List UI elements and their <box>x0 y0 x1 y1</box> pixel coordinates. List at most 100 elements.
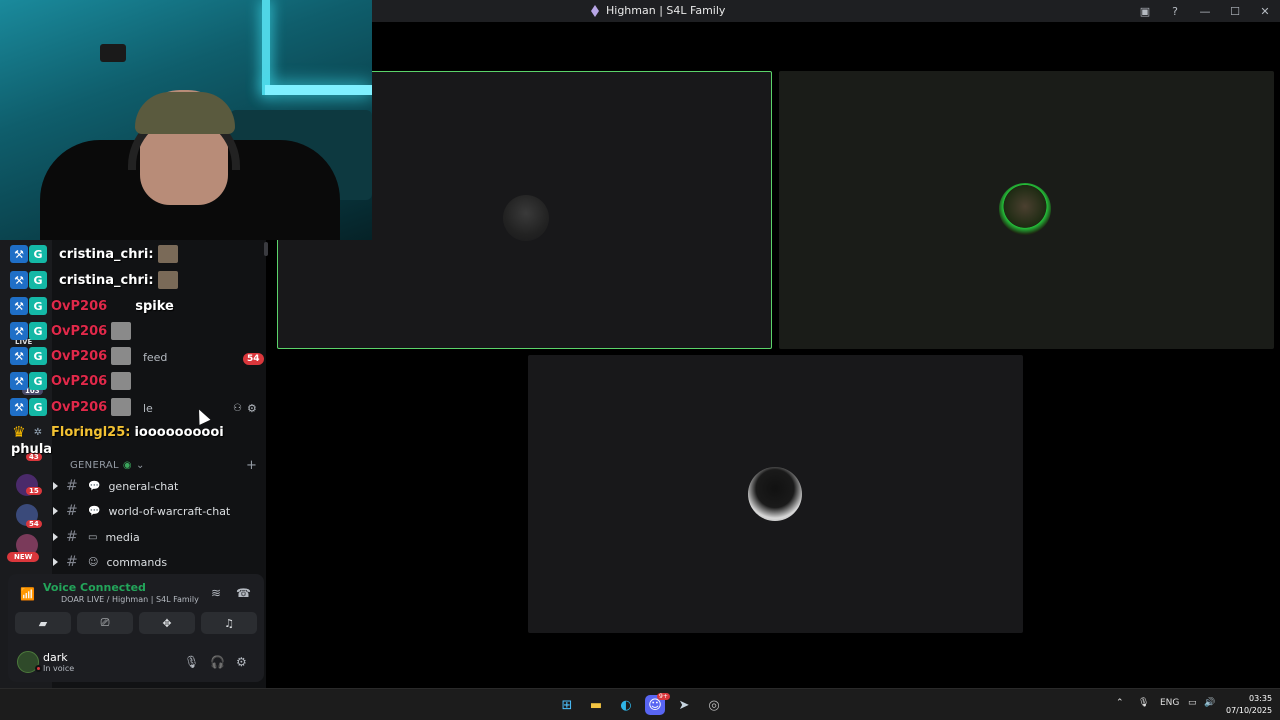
chat-username: OvP206 <box>51 298 108 314</box>
video-tile[interactable] <box>779 71 1274 349</box>
text-channel-icon: # <box>66 554 78 570</box>
channel-unread-indicator <box>53 558 58 566</box>
clock[interactable]: 03:35 07/10/2025 <box>1226 693 1272 717</box>
subscriber-badge-icon: G <box>29 297 47 315</box>
chat-message: ⚒ G OvP206 <box>10 347 132 365</box>
led-strip <box>262 0 270 95</box>
network-icon[interactable]: ▭ <box>1188 698 1197 708</box>
minimize-button[interactable]: — <box>1190 0 1220 22</box>
speech-bubble-icon: 💬 <box>88 480 101 492</box>
globe-icon: ◉ <box>122 460 132 471</box>
microphone-icon[interactable]: 🎙 <box>1138 698 1149 708</box>
new-servers-pill[interactable]: NEW <box>7 552 40 562</box>
chat-text: spike <box>135 298 174 314</box>
status-indicator <box>35 665 42 672</box>
language-indicator[interactable]: ENG <box>1160 698 1179 708</box>
inbox-icon[interactable]: ▣ <box>1130 0 1160 22</box>
steam-icon[interactable]: ➤ <box>674 695 694 715</box>
video-tile[interactable] <box>528 355 1023 633</box>
file-explorer-icon[interactable]: ▬ <box>586 695 606 715</box>
taskbar: ⊞ ▬ ◐ ☺ 9+ ➤ ◎ ⌃ 🎙 ENG ▭ 🔊 03:35 07/10/2… <box>0 688 1280 720</box>
channel-world-of-warcraft-chat[interactable]: # 💬 world-of-warcraft-chat <box>66 500 230 522</box>
moderator-badge-icon: ⚒ <box>10 297 28 315</box>
edge-browser-icon[interactable]: ◐ <box>616 695 636 715</box>
soundboard-button[interactable]: ♫ <box>201 612 257 634</box>
channel-general-chat[interactable]: # 💬 general-chat <box>66 475 178 497</box>
subscriber-badge-icon: G <box>29 245 47 263</box>
moderator-badge-icon: ⚒ <box>10 372 28 390</box>
microphone-icon[interactable]: 🎙 <box>184 655 199 669</box>
user-panel: dark In voice 🎙 🎧 ⚙ <box>8 646 264 682</box>
chat-message: ♛ ✲ Floringl25: ioooooooooi <box>10 423 223 441</box>
channel-unread-indicator <box>53 533 58 541</box>
channel-unread-indicator <box>53 482 58 490</box>
image-icon: ▭ <box>88 531 98 543</box>
window-title-text: Highman | S4L Family <box>606 4 726 17</box>
volume-icon[interactable]: 🔊 <box>1204 698 1215 708</box>
app-icon[interactable]: ◎ <box>704 695 724 715</box>
headphones-icon[interactable]: 🎧 <box>210 655 225 669</box>
time: 03:35 <box>1249 694 1273 703</box>
category-header[interactable]: GENERAL ◉ ⌄ <box>70 460 145 471</box>
camera-button[interactable]: ▰ <box>15 612 71 634</box>
emote-icon <box>111 347 132 365</box>
disconnect-icon[interactable]: ☎ <box>236 586 251 600</box>
webcam-overlay <box>0 0 372 240</box>
speech-bubble-icon: 💬 <box>88 505 101 517</box>
emote-icon <box>111 322 132 340</box>
windows-start-icon[interactable]: ⊞ <box>557 695 577 715</box>
chat-username: Floringl25: <box>51 424 131 440</box>
chat-message: ⚒ G cristina_chri: <box>10 245 178 263</box>
emote-icon <box>157 245 178 263</box>
soundboard-icon: ♫ <box>224 616 234 630</box>
chat-username: OvP206 <box>51 373 108 389</box>
channel-unread-badge: 54 <box>243 353 264 365</box>
channel-settings-icon[interactable]: ⚙ <box>247 402 257 415</box>
help-icon[interactable]: ? <box>1160 0 1190 22</box>
chevron-up-icon[interactable]: ⌃ <box>1116 698 1124 708</box>
channel-media[interactable]: # ▭ media <box>66 526 140 548</box>
user-status: In voice <box>43 664 75 673</box>
create-channel-icon[interactable]: + <box>246 458 257 473</box>
emote-icon <box>111 398 132 416</box>
voice-status[interactable]: Voice Connected <box>43 581 146 594</box>
channel-partial-label[interactable]: le <box>143 402 153 415</box>
chat-message: ⚒ G OvP206 <box>10 372 132 390</box>
chat-username: OvP206 <box>51 348 108 364</box>
subscriber-badge-icon: G <box>29 271 47 289</box>
gamepad-icon: ✥ <box>162 616 172 630</box>
screen-share-button[interactable]: ⎚ <box>77 612 133 634</box>
moderator-badge-icon: ⚒ <box>10 245 28 263</box>
chat-message: ⚒ G OvP206 <box>10 322 132 340</box>
signal-icon[interactable]: 📶 <box>20 587 35 601</box>
participant-avatar <box>999 183 1051 235</box>
noise-suppression-icon[interactable]: ≋ <box>211 586 221 600</box>
maximize-button[interactable]: ☐ <box>1220 0 1250 22</box>
username[interactable]: dark <box>43 651 68 664</box>
add-member-icon[interactable]: ⚇ <box>233 403 242 414</box>
subscriber-badge-icon: G <box>29 322 47 340</box>
chat-message: ⚒ G OvP206 spike <box>10 297 174 315</box>
wall-lamp <box>100 44 126 62</box>
date: 07/10/2025 <box>1226 706 1273 715</box>
voice-location[interactable]: DOAR LIVE / Highman | S4L Family <box>61 595 199 604</box>
channel-feed-label[interactable]: feed <box>143 351 167 364</box>
activity-button[interactable]: ✥ <box>139 612 195 634</box>
text-channel-icon: # <box>66 529 78 545</box>
close-button[interactable]: ✕ <box>1250 0 1280 22</box>
category-label: GENERAL <box>70 460 119 471</box>
channel-name: general-chat <box>108 479 179 493</box>
channel-commands[interactable]: # ☺ commands <box>66 551 167 573</box>
overlay-name-text: phula <box>11 442 53 457</box>
subscriber-badge-icon: G <box>29 372 47 390</box>
moderator-badge-icon: ⚒ <box>10 322 28 340</box>
screen-share-icon: ⎚ <box>100 616 110 629</box>
gear-icon[interactable]: ⚙ <box>236 655 247 669</box>
chat-username: OvP206 <box>51 323 108 339</box>
channel-name: world-of-warcraft-chat <box>108 504 231 518</box>
sidebar-scrollbar[interactable] <box>264 242 268 256</box>
channel-unread-indicator <box>53 507 58 515</box>
crown-badge-icon: ♛ <box>12 423 26 441</box>
subscriber-badge-icon: G <box>29 398 47 416</box>
moderator-badge-icon: ⚒ <box>10 347 28 365</box>
